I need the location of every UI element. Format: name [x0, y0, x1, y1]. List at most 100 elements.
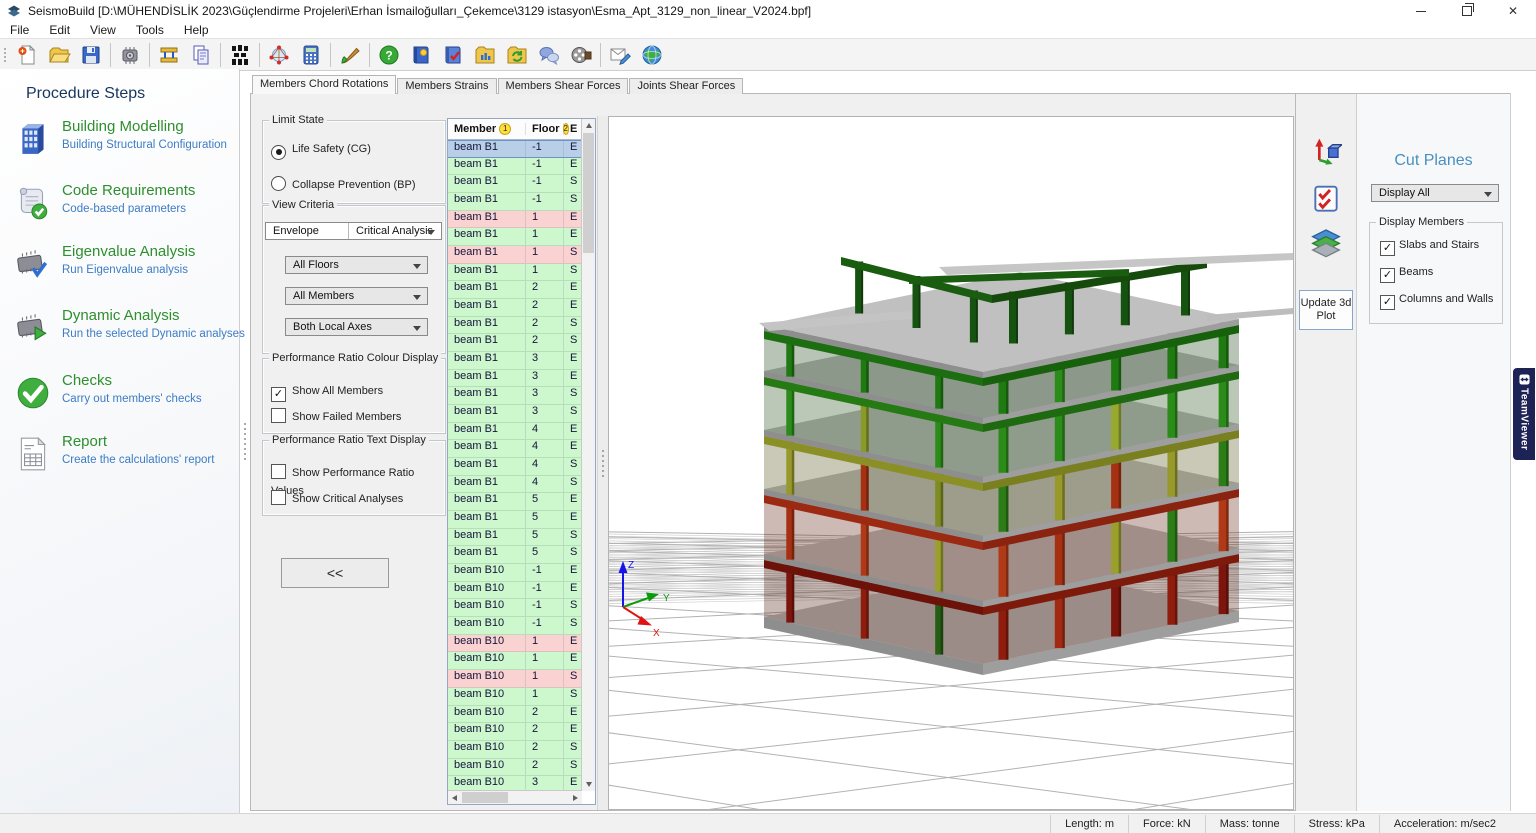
teamviewer-tab[interactable]: TeamViewer [1513, 368, 1535, 460]
table-row[interactable]: beam B13S [448, 387, 582, 405]
step-report[interactable]: Report Create the calculations' report [14, 433, 229, 489]
step-eigenvalue-analysis[interactable]: Eigenvalue Analysis Run Eigenvalue analy… [14, 243, 229, 299]
scroll-right-arrow[interactable] [569, 791, 582, 804]
check-slabs-stairs[interactable]: Slabs and Stairs [1380, 239, 1479, 256]
settings-button[interactable] [114, 40, 146, 69]
step-title[interactable]: Eigenvalue Analysis [62, 243, 195, 260]
table-row[interactable]: beam B1-1S [448, 175, 582, 193]
table-row[interactable]: beam B11E [448, 211, 582, 229]
model-pattern-button[interactable] [224, 40, 256, 69]
tab-members-chord-rotations[interactable]: Members Chord Rotations [252, 75, 396, 94]
table-row[interactable]: beam B12S [448, 317, 582, 335]
save-button[interactable] [75, 40, 107, 69]
col-floor[interactable]: Floor2 [526, 123, 564, 135]
table-row[interactable]: beam B11S [448, 246, 582, 264]
frame-section-button[interactable] [153, 40, 185, 69]
table-row[interactable]: beam B14S [448, 458, 582, 476]
table-row[interactable]: beam B101S [448, 670, 582, 688]
step-title[interactable]: Code Requirements [62, 182, 195, 199]
check-show-all-members[interactable]: Show All Members [271, 381, 383, 402]
restore-button[interactable] [1444, 0, 1490, 22]
step-dynamic-analysis[interactable]: Dynamic Analysis Run the selected Dynami… [14, 307, 229, 363]
table-row[interactable]: beam B14E [448, 440, 582, 458]
step-title[interactable]: Building Modelling [62, 118, 184, 135]
menu-item-tools[interactable]: Tools [126, 23, 174, 37]
cut-planes-icon[interactable] [1310, 226, 1342, 258]
table-row[interactable]: beam B14E [448, 423, 582, 441]
table-row[interactable]: beam B14S [448, 476, 582, 494]
radio-collapse-prevention[interactable]: Collapse Prevention (BP) [271, 175, 416, 193]
check-show-critical-analyses[interactable]: Show Critical Analyses [271, 489, 403, 507]
3d-model-button[interactable] [263, 40, 295, 69]
col-end[interactable]: E [564, 123, 582, 135]
step-building-modelling[interactable]: Building Modelling Building Structural C… [14, 118, 229, 174]
step-code-requirements[interactable]: Code Requirements Code-based parameters [14, 182, 229, 238]
calculator-button[interactable] [295, 40, 327, 69]
vertical-scroll-thumb[interactable] [583, 133, 594, 253]
scroll-down-arrow[interactable] [582, 778, 595, 791]
verification-book-button[interactable] [437, 40, 469, 69]
document-properties-button[interactable] [185, 40, 217, 69]
table-row[interactable]: beam B13E [448, 352, 582, 370]
user-manual-button[interactable] [405, 40, 437, 69]
open-project-button[interactable] [43, 40, 75, 69]
step-title[interactable]: Dynamic Analysis [62, 307, 180, 324]
tab-members-shear-forces[interactable]: Members Shear Forces [498, 78, 629, 94]
display-all-combo[interactable]: Display All [1371, 184, 1499, 202]
table-row[interactable]: beam B13S [448, 405, 582, 423]
floors-combo[interactable]: All Floors [285, 256, 428, 274]
menu-item-view[interactable]: View [80, 23, 126, 37]
table-row[interactable]: beam B1-1S [448, 193, 582, 211]
step-checks[interactable]: Checks Carry out members' checks [14, 372, 229, 428]
collapse-panel-button[interactable]: << [281, 558, 389, 588]
table-row[interactable]: beam B12E [448, 299, 582, 317]
refresh-folder-button[interactable] [501, 40, 533, 69]
table-row[interactable]: beam B10-1S [448, 599, 582, 617]
local-axes-combo[interactable]: Both Local Axes [285, 318, 428, 336]
new-project-button[interactable] [11, 40, 43, 69]
table-row[interactable]: beam B101S [448, 688, 582, 706]
table-row[interactable]: beam B101E [448, 652, 582, 670]
sidebar-splitter[interactable] [240, 69, 249, 813]
vertical-scrollbar[interactable] [581, 119, 595, 791]
update-3d-plot-button[interactable]: Update 3d Plot [1299, 290, 1353, 330]
table-row[interactable]: beam B12S [448, 334, 582, 352]
menu-item-help[interactable]: Help [174, 23, 219, 37]
table-row[interactable]: beam B15S [448, 529, 582, 547]
check-beams[interactable]: Beams [1380, 266, 1433, 283]
horizontal-scrollbar[interactable] [448, 790, 582, 804]
menu-item-file[interactable]: File [0, 23, 39, 37]
table-row[interactable]: beam B102E [448, 723, 582, 741]
horizontal-scroll-thumb[interactable] [462, 792, 508, 803]
website-globe-button[interactable] [636, 40, 668, 69]
table-row[interactable]: beam B10-1E [448, 582, 582, 600]
export-folder-button[interactable] [469, 40, 501, 69]
table-row[interactable]: beam B15S [448, 546, 582, 564]
tab-members-strains[interactable]: Members Strains [397, 78, 496, 94]
table-row[interactable]: beam B1-1E [448, 140, 582, 158]
colour-brush-button[interactable] [334, 40, 366, 69]
table-row[interactable]: beam B102S [448, 759, 582, 777]
step-title[interactable]: Report [62, 433, 107, 450]
minimize-button[interactable] [1398, 0, 1444, 22]
table-row[interactable]: beam B10-1E [448, 564, 582, 582]
table-row[interactable]: beam B11E [448, 228, 582, 246]
scroll-up-arrow[interactable] [582, 119, 595, 132]
table-row[interactable]: beam B13E [448, 370, 582, 388]
table-row[interactable]: beam B15E [448, 511, 582, 529]
feedback-button[interactable] [533, 40, 565, 69]
scroll-left-arrow[interactable] [448, 791, 461, 804]
help-button[interactable]: ? [373, 40, 405, 69]
table-row[interactable]: beam B102E [448, 706, 582, 724]
members-combo[interactable]: All Members [285, 287, 428, 305]
tab-joints-shear-forces[interactable]: Joints Shear Forces [629, 78, 743, 94]
table-row[interactable]: beam B101E [448, 635, 582, 653]
axes-3d-icon[interactable] [1310, 136, 1342, 168]
step-title[interactable]: Checks [62, 372, 112, 389]
menu-item-edit[interactable]: Edit [39, 23, 80, 37]
video-tutorials-button[interactable] [565, 40, 597, 69]
table-row[interactable]: beam B10-1S [448, 617, 582, 635]
close-button[interactable]: ✕ [1490, 0, 1536, 22]
check-columns-walls[interactable]: Columns and Walls [1380, 293, 1493, 310]
radio-life-safety[interactable]: Life Safety (CG) [271, 139, 371, 160]
